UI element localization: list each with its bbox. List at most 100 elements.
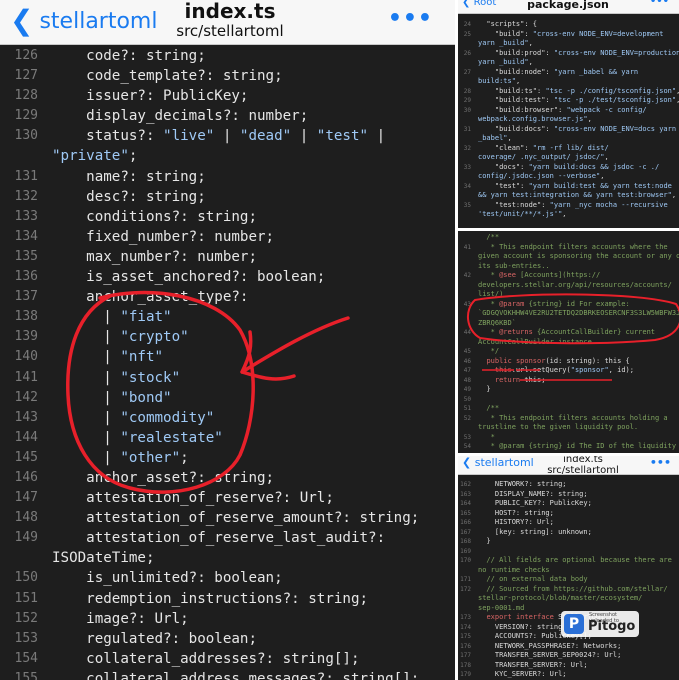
line-number: 49 (463, 386, 471, 393)
line-number: 169 (460, 547, 471, 555)
line-number: 28 (463, 87, 471, 95)
code-line: 138 | "fiat" (0, 307, 455, 327)
line-text: * @param {string} id For example: (478, 300, 630, 310)
line-number: 128 (14, 88, 38, 104)
back-button[interactable]: ❮ Root (462, 0, 496, 8)
code-token: (id: string): this { (545, 356, 630, 365)
line-number: 148 (14, 510, 38, 526)
line-text: regulated?: boolean; (52, 629, 257, 649)
code-token: * This endpoint filters accounts where t… (478, 242, 668, 251)
line-text: PUBLIC_KEY?: PublicKey; (478, 499, 592, 509)
code-token: webpack.config.browser.js" (478, 115, 588, 123)
code-token: name?: string; (52, 168, 206, 185)
line-text: trustline to the given liquidity pool. (478, 423, 638, 433)
code-line: 168 } (458, 537, 679, 547)
code-token: collateral_address_messages?: string[]; (52, 670, 420, 680)
file-title: index.ts src/stellartoml (528, 456, 638, 476)
code-line: given account is sponsoring the account … (458, 252, 679, 262)
line-text: } (478, 537, 490, 547)
line-text: * @param {string} id The ID of the liqui… (478, 442, 676, 452)
line-text: `GDGQVOKHHW4VE2RU2TETDQ2DBRKEOSERCNF3S3L… (478, 309, 679, 319)
code-token: @see (499, 271, 516, 279)
line-number: 126 (14, 48, 38, 63)
code-token: NETWORK_PASSPHRASE?: Networks; (478, 641, 622, 650)
line-number: 144 (14, 429, 38, 445)
code-line: 164 PUBLIC_KEY?: PublicKey; (458, 499, 679, 509)
code-token: "build:ts": (478, 86, 546, 95)
line-number: 153 (14, 630, 38, 646)
code-view[interactable]: 126 code?: string; 127 code_template?: st… (0, 46, 455, 680)
line-text: build:ts", (478, 77, 520, 87)
code-line: 143 | "commodity" (0, 408, 455, 428)
code-view[interactable]: 162 NETWORK?: string; 163 DISPLAY_NAME?: … (458, 480, 679, 680)
code-line: webpack.config.browser.js", (458, 115, 679, 125)
code-line: 176 NETWORK_PASSPHRASE?: Networks; (458, 642, 679, 652)
code-line: 53 * (458, 433, 679, 443)
code-token: | (52, 309, 121, 326)
line-number: 47 (463, 367, 471, 374)
code-token: // All fields are optional because there… (478, 556, 672, 564)
line-text: DISPLAY_NAME?: string; (478, 490, 588, 500)
code-token: "commodity" (120, 409, 215, 426)
line-text: attestation_of_reserve?: Url; (52, 488, 334, 508)
code-token: , (562, 210, 567, 218)
back-button[interactable]: ❮ stellartoml (462, 456, 534, 469)
chevron-left-icon: ❮ (10, 4, 34, 37)
code-token: @returns (499, 328, 533, 336)
line-number: 54 (463, 443, 471, 450)
code-line: 172 // Sourced from https://github.com/s… (458, 585, 679, 595)
line-text: desc?: string; (52, 187, 206, 207)
code-token: /** (478, 233, 500, 241)
line-number: 134 (14, 228, 38, 244)
line-number: 30 (463, 106, 471, 114)
code-token: | (52, 329, 121, 346)
pitogo-watermark: P Screenshot uploaded to Pitogo (561, 611, 639, 637)
code-token: 'test/unit/**/*.js'" (478, 210, 563, 218)
code-token: ISODateTime; (52, 550, 155, 567)
file-title: index.ts src/stellartoml (130, 0, 330, 40)
line-text: list/) (478, 290, 503, 300)
code-line: 129 display_decimals?: number; (0, 106, 455, 126)
line-number: 32 (463, 144, 471, 152)
code-token: yarn _build" (478, 58, 529, 66)
more-menu-button[interactable]: ••• (388, 6, 433, 31)
code-token: list/) (478, 290, 504, 298)
code-line: 47 this.url.setQuery("sponsor", id); (458, 366, 679, 376)
code-view[interactable]: 24 "scripts": {25 "build": "cross-env NO… (458, 20, 679, 220)
code-line: 179 KYC_SERVER?: Url; (458, 670, 679, 680)
line-number: 155 (14, 670, 38, 680)
code-token: status?: (52, 128, 164, 145)
line-text: code?: string; (52, 46, 206, 66)
line-text: TRANSFER_SERVER?: Url; (478, 661, 588, 671)
code-token: "build:prod": (478, 48, 554, 57)
code-line: 136 is_asset_anchored?: boolean; (0, 267, 455, 287)
code-token: "stock" (120, 369, 181, 386)
code-view[interactable]: /** 41 * This endpoint filters accounts w… (458, 233, 679, 452)
code-token: */ (478, 347, 500, 355)
code-token: | (52, 449, 121, 466)
more-menu-button[interactable]: ••• (650, 0, 669, 7)
code-line: yarn _build", (458, 39, 679, 49)
line-number: 150 (14, 570, 38, 586)
code-token: issuer?: PublicKey; (52, 88, 249, 105)
code-token: "bond" (120, 389, 172, 406)
line-number: 135 (14, 248, 38, 264)
line-text: no runtime checks (478, 566, 550, 576)
line-text: * This endpoint filters accounts holding… (478, 414, 668, 424)
line-number: 51 (463, 405, 471, 412)
code-line: 145 | "other"; (0, 448, 455, 468)
code-line: 29 "build:test": "tsc -p ./test/tsconfig… (458, 96, 679, 106)
code-token: given account is sponsoring the account … (478, 252, 679, 260)
nav-bar: ❮ stellartoml index.ts src/stellartoml •… (458, 456, 679, 476)
stellartoml-panel: ❮ stellartoml index.ts src/stellartoml •… (458, 456, 679, 680)
line-text: AccountCallBuilder instance (478, 338, 592, 348)
code-token: | (214, 128, 240, 145)
code-line: 135 max_number?: number; (0, 247, 455, 267)
line-number: 151 (14, 590, 38, 606)
code-line: 31 "build:docs": "cross-env NODE_ENV=doc… (458, 125, 679, 135)
line-number: 152 (14, 610, 38, 626)
more-menu-button[interactable]: ••• (650, 456, 671, 469)
code-line: 134 fixed_number?: number; (0, 227, 455, 247)
line-number: 149 (14, 530, 38, 546)
